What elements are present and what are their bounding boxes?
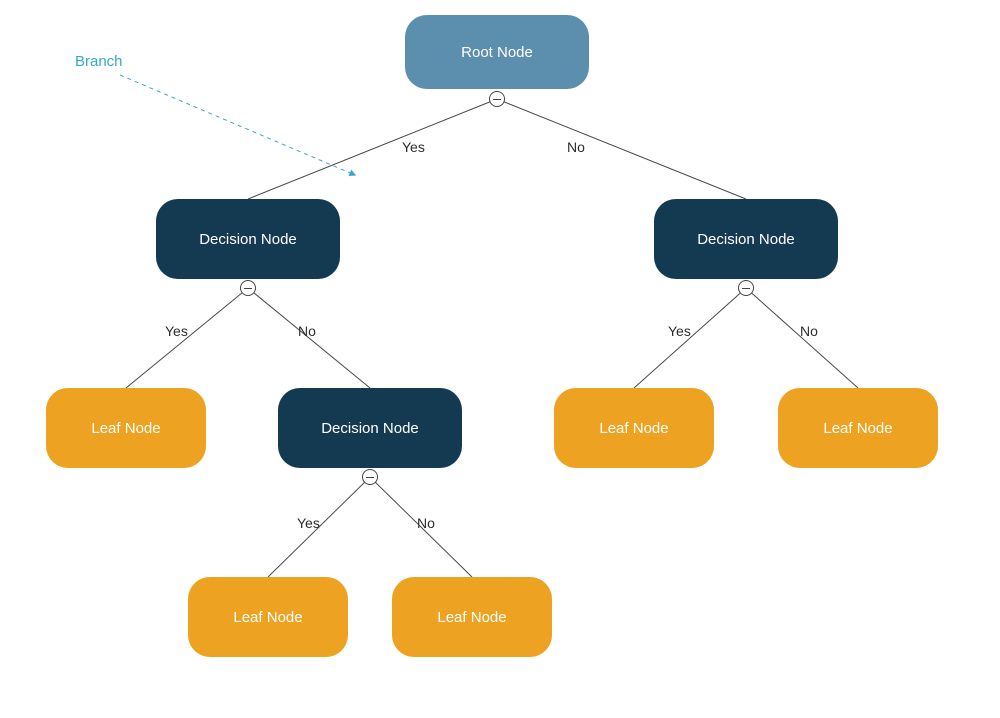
leaf-node[interactable]: Leaf Node bbox=[46, 388, 206, 468]
edge-root-dec2 bbox=[497, 99, 746, 199]
edge-label-root-no: No bbox=[567, 139, 585, 155]
leaf-node[interactable]: Leaf Node bbox=[188, 577, 348, 657]
edge-label-root-yes: Yes bbox=[402, 139, 425, 155]
collapse-icon[interactable] bbox=[362, 469, 378, 485]
leaf-node[interactable]: Leaf Node bbox=[778, 388, 938, 468]
edge-label-dec3-yes: Yes bbox=[297, 515, 320, 531]
edge-dec3-leaf2 bbox=[268, 477, 370, 577]
leaf-node[interactable]: Leaf Node bbox=[392, 577, 552, 657]
collapse-icon[interactable] bbox=[240, 280, 256, 296]
edge-label-dec2-yes: Yes bbox=[668, 323, 691, 339]
collapse-icon[interactable] bbox=[738, 280, 754, 296]
decision-node-l[interactable]: Decision Node bbox=[156, 199, 340, 279]
edge-label-dec1-no: No bbox=[298, 323, 316, 339]
decision-node-r[interactable]: Decision Node bbox=[654, 199, 838, 279]
edge-label-dec1-yes: Yes bbox=[165, 323, 188, 339]
edge-dec2-leaf4 bbox=[634, 288, 746, 388]
edge-label-dec3-no: No bbox=[417, 515, 435, 531]
edge-root-dec1 bbox=[248, 99, 497, 199]
branch-annotation-arrow bbox=[120, 75, 355, 175]
edge-dec1-leaf1 bbox=[126, 288, 248, 388]
edge-dec2-leaf5 bbox=[746, 288, 858, 388]
root-node[interactable]: Root Node bbox=[405, 15, 589, 89]
edge-dec1-dec3 bbox=[248, 288, 370, 388]
decision-node-lc[interactable]: Decision Node bbox=[278, 388, 462, 468]
collapse-icon[interactable] bbox=[489, 91, 505, 107]
branch-annotation-label: Branch bbox=[75, 53, 123, 70]
edge-dec3-leaf3 bbox=[370, 477, 472, 577]
decision-tree-diagram: Yes No Yes No Yes No Yes No Branch Root … bbox=[0, 0, 1000, 718]
edge-label-dec2-no: No bbox=[800, 323, 818, 339]
leaf-node[interactable]: Leaf Node bbox=[554, 388, 714, 468]
